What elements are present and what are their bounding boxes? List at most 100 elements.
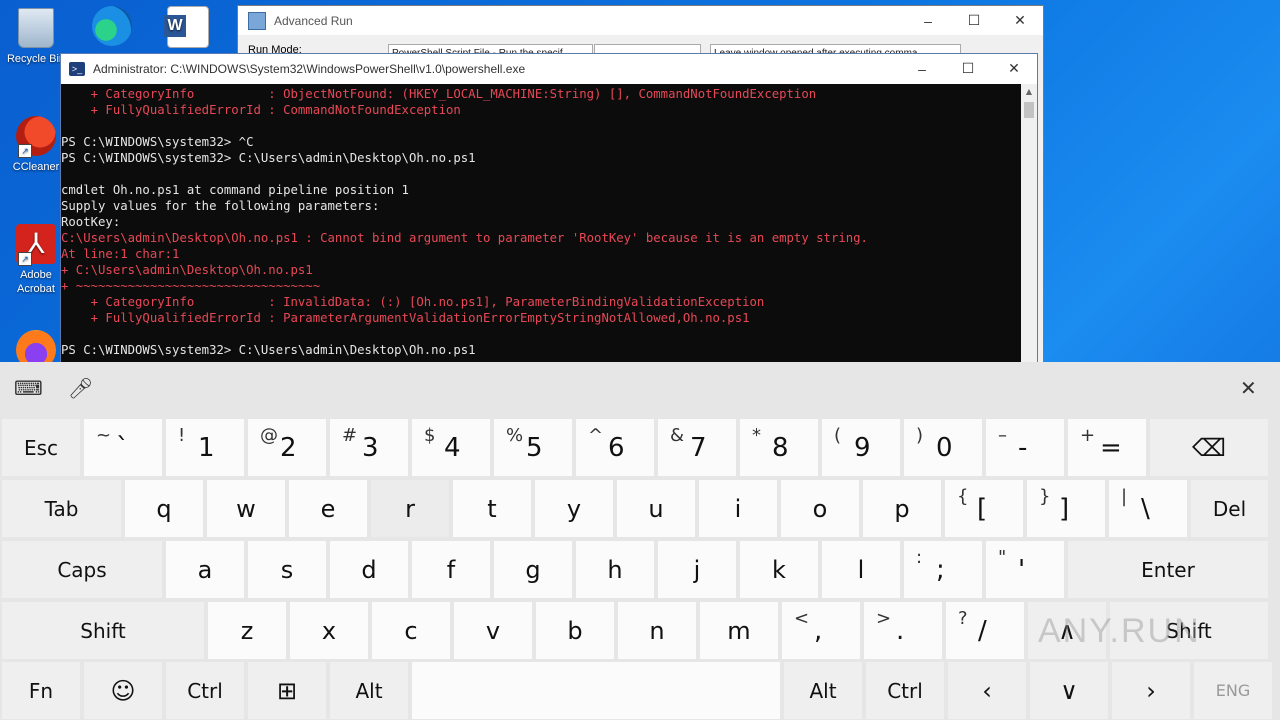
key-6[interactable]: ^ 6 — [576, 419, 654, 476]
key-2[interactable]: @2 — [248, 419, 326, 476]
key-label: ] — [1059, 494, 1070, 524]
console-line: + C:\Users\admin\Desktop\Oh.no.ps1 — [61, 263, 313, 277]
powershell-window[interactable]: >_ Administrator: C:\WINDOWS\System32\Wi… — [60, 53, 1038, 362]
recycle-bin-shortcut[interactable]: Recycle Bin — [4, 8, 68, 66]
firefox-shortcut[interactable] — [4, 330, 68, 362]
key-caps[interactable]: Caps — [2, 541, 162, 598]
key-z[interactable]: z — [208, 602, 286, 659]
key-a[interactable]: a — [166, 541, 244, 598]
key-7[interactable]: & 7 — [658, 419, 736, 476]
acrobat-icon: ⅄ ↗ — [16, 224, 56, 266]
key-label: ' — [1018, 555, 1026, 585]
key-ctrl-left[interactable]: Ctrl — [166, 662, 244, 719]
key-0[interactable]: ) 0 — [904, 419, 982, 476]
key-semicolon[interactable]: :; — [904, 541, 982, 598]
key-up[interactable]: ∧ — [1028, 602, 1106, 659]
key-w[interactable]: w — [207, 480, 285, 537]
key-5[interactable]: % 5 — [494, 419, 572, 476]
key-right[interactable]: › — [1112, 662, 1190, 719]
key-u[interactable]: u — [617, 480, 695, 537]
key-v[interactable]: v — [454, 602, 532, 659]
key-1[interactable]: ! 1 — [166, 419, 244, 476]
scroll-thumb[interactable] — [1024, 102, 1034, 118]
key-left[interactable]: ‹ — [948, 662, 1026, 719]
key-quote[interactable]: " ' — [986, 541, 1064, 598]
console-line: At line:1 char:1 — [61, 247, 180, 261]
key-g[interactable]: g — [494, 541, 572, 598]
key-emoji[interactable]: ☺ — [84, 662, 162, 719]
key-backtick[interactable]: ~ ` — [84, 419, 162, 476]
console-scrollbar[interactable]: ▲ — [1021, 84, 1037, 362]
minimize-button[interactable]: – — [899, 54, 945, 83]
key-tab[interactable]: Tab — [2, 480, 121, 537]
maximize-button[interactable]: ☐ — [945, 54, 991, 83]
key-shift-left[interactable]: Shift — [2, 602, 204, 659]
key-comma[interactable]: <, — [782, 602, 860, 659]
key-label: 3 — [362, 433, 379, 463]
key-enter[interactable]: Enter — [1068, 541, 1268, 598]
desktop: Recycle Bin W ↗ CCleaner ⅄ ↗ Adobe Acroba… — [0, 0, 1280, 362]
key-x[interactable]: x — [290, 602, 368, 659]
key-h[interactable]: h — [576, 541, 654, 598]
close-button[interactable]: ✕ — [991, 54, 1037, 83]
key-lang[interactable]: ENG — [1194, 662, 1272, 719]
key-down[interactable]: ∨ — [1030, 662, 1108, 719]
key-p[interactable]: p — [863, 480, 941, 537]
key-3[interactable]: #3 — [330, 419, 408, 476]
key-slash[interactable]: ? / — [946, 602, 1024, 659]
key-4[interactable]: $4 — [412, 419, 490, 476]
key-backspace[interactable]: ⌫ — [1150, 419, 1268, 476]
close-button[interactable]: ✕ — [997, 6, 1043, 35]
key-t[interactable]: t — [453, 480, 531, 537]
key-backslash[interactable]: | \ — [1109, 480, 1187, 537]
key-b[interactable]: b — [536, 602, 614, 659]
key-equals[interactable]: + = — [1068, 419, 1146, 476]
key-minus[interactable]: – - — [986, 419, 1064, 476]
key-q[interactable]: q — [125, 480, 203, 537]
key-s[interactable]: s — [248, 541, 326, 598]
key-rbracket[interactable]: }] — [1027, 480, 1105, 537]
key-l[interactable]: l — [822, 541, 900, 598]
powershell-titlebar[interactable]: >_ Administrator: C:\WINDOWS\System32\Wi… — [61, 54, 1037, 83]
key-alt-left[interactable]: Alt — [330, 662, 408, 719]
key-d[interactable]: d — [330, 541, 408, 598]
key-r[interactable]: r — [371, 480, 449, 537]
key-shift-right[interactable]: Shift — [1110, 602, 1268, 659]
key-ctrl-right[interactable]: Ctrl — [866, 662, 944, 719]
key-n[interactable]: n — [618, 602, 696, 659]
key-period[interactable]: >. — [864, 602, 942, 659]
ccleaner-shortcut[interactable]: ↗ CCleaner — [4, 116, 68, 174]
key-f[interactable]: f — [412, 541, 490, 598]
key-esc[interactable]: Esc — [2, 419, 80, 476]
word-shortcut[interactable]: W — [156, 6, 220, 52]
key-space[interactable] — [412, 662, 780, 719]
key-j[interactable]: j — [658, 541, 736, 598]
key-c[interactable]: c — [372, 602, 450, 659]
key-windows[interactable]: ⊞ — [248, 662, 326, 719]
key-fn[interactable]: Fn — [2, 662, 80, 719]
console-output[interactable]: + CategoryInfo : ObjectNotFound: (HKEY_L… — [61, 84, 1021, 362]
key-del[interactable]: Del — [1191, 480, 1268, 537]
key-k[interactable]: k — [740, 541, 818, 598]
key-i[interactable]: i — [699, 480, 777, 537]
key-shift-label: ( — [834, 425, 842, 446]
key-label: y — [566, 494, 582, 523]
key-8[interactable]: * 8 — [740, 419, 818, 476]
key-label: u — [648, 494, 664, 523]
minimize-button[interactable]: – — [905, 6, 951, 35]
acrobat-shortcut[interactable]: ⅄ ↗ Adobe Acrobat — [4, 224, 68, 296]
keyboard-settings-icon[interactable]: ⌨ — [14, 376, 43, 400]
key-e[interactable]: e — [289, 480, 367, 537]
maximize-button[interactable]: ☐ — [951, 6, 997, 35]
advanced-run-titlebar[interactable]: Advanced Run – ☐ ✕ — [238, 6, 1043, 35]
microphone-icon[interactable]: 🎤︎ — [68, 376, 93, 400]
close-keyboard-icon[interactable]: ✕ — [1240, 376, 1257, 400]
key-alt-right[interactable]: Alt — [784, 662, 862, 719]
key-9[interactable]: (9 — [822, 419, 900, 476]
key-o[interactable]: o — [781, 480, 859, 537]
scroll-up-icon[interactable]: ▲ — [1021, 84, 1037, 100]
key-y[interactable]: y — [535, 480, 613, 537]
key-m[interactable]: m — [700, 602, 778, 659]
key-lbracket[interactable]: {[ — [945, 480, 1023, 537]
edge-shortcut[interactable] — [80, 6, 144, 50]
